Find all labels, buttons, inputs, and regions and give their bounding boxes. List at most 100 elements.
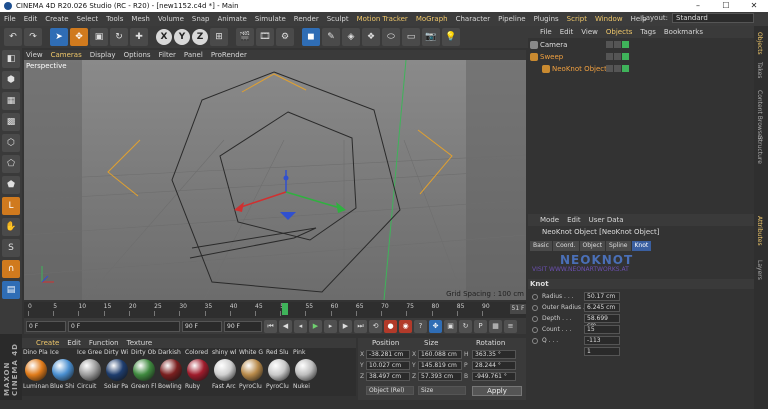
coord-rotation-field[interactable]: 363.35 ° [472,350,516,359]
menu-mesh[interactable]: Mesh [131,15,149,23]
array-icon[interactable]: ❖ [362,28,380,46]
next-key-icon[interactable]: ▶ [339,319,352,333]
loop-icon[interactable]: ⟲ [369,319,382,333]
render-visibility-icon[interactable] [614,65,621,72]
menu-character[interactable]: Character [456,15,491,23]
texture-mode-icon[interactable]: ▦ [2,92,20,110]
rotate-key-icon[interactable]: ↻ [459,319,472,333]
param-animate-radio-icon[interactable] [532,327,538,333]
material-swatch[interactable]: Darkish Bowling [158,349,184,395]
right-tab-layers[interactable]: Layers [756,260,763,280]
make-editable-icon[interactable]: ◧ [2,50,20,68]
object-visibility-flags[interactable] [606,65,630,73]
menu-plugins[interactable]: Plugins [534,15,559,23]
close-button[interactable]: ✕ [740,0,768,12]
menu-simulate[interactable]: Simulate [255,15,286,23]
right-tab-objects[interactable]: Objects [756,32,763,55]
om-menu-edit[interactable]: Edit [560,28,574,36]
coord-position-field[interactable]: -38.281 cm [366,350,410,359]
snap-icon[interactable]: S [2,239,20,257]
param-animate-radio-icon[interactable] [532,316,538,322]
redo-button[interactable]: ↷ [24,28,42,46]
point-level-icon[interactable]: ▦ [489,319,502,333]
apply-button[interactable]: Apply [472,386,522,396]
material-swatch[interactable]: Dirty Ob Green Fl [131,349,157,395]
attribute-tab-coord[interactable]: Coord. [552,241,579,251]
object-row[interactable]: Sweep [528,52,754,63]
autokey-icon[interactable]: ◉ [399,319,412,333]
vp-menu-display[interactable]: Display [90,51,116,59]
scale-icon[interactable]: ▣ [90,28,108,46]
editor-visibility-icon[interactable] [606,41,613,48]
timeline-ruler[interactable]: 051015202530354045505560657075808590 51 … [24,302,526,318]
object-visibility-flags[interactable] [606,53,630,61]
move-icon[interactable]: ✥ [70,28,88,46]
menu-create[interactable]: Create [45,15,68,23]
edges-mode-icon[interactable]: ⬠ [2,155,20,173]
object-visibility-flags[interactable] [606,41,630,49]
scale-key-icon[interactable]: ▣ [444,319,457,333]
object-row[interactable]: NeoKnot Object [528,64,754,75]
am-menu-mode[interactable]: Mode [540,216,559,224]
mat-menu-edit[interactable]: Edit [67,339,81,347]
rotate-icon[interactable]: ↻ [110,28,128,46]
material-swatch[interactable]: Ice Gree Circuit [77,349,103,395]
menu-render[interactable]: Render [294,15,319,23]
enabled-check-icon[interactable] [622,41,629,48]
coord-rotation-field[interactable]: 28.244 ° [472,361,516,370]
attribute-tab-spline[interactable]: Spline [606,241,631,251]
menu-tools[interactable]: Tools [106,15,123,23]
attribute-tab-object[interactable]: Object [579,241,606,251]
om-menu-view[interactable]: View [581,28,598,36]
param-animate-radio-icon[interactable] [532,294,538,300]
om-menu-objects[interactable]: Objects [606,28,632,36]
param-key-icon[interactable]: P [474,319,487,333]
render-picture-viewer-icon[interactable]: 🎞 [256,28,274,46]
model-mode-icon[interactable]: ⬢ [2,71,20,89]
menu-volume[interactable]: Volume [158,15,184,23]
floor-icon[interactable]: ▭ [402,28,420,46]
vp-menu-prorender[interactable]: ProRender [211,51,247,59]
end-frame-field[interactable]: 90 F [182,320,222,332]
preview-end-field[interactable]: 90 F [224,320,262,332]
points-mode-icon[interactable]: ⬡ [2,134,20,152]
pen-spline-icon[interactable]: ✎ [322,28,340,46]
go-to-start-icon[interactable]: ⏮ [264,319,277,333]
z-axis-lock-button[interactable]: Z [192,29,208,45]
param-value-field[interactable]: 58.699 cm [584,314,620,329]
timeline-menu-icon[interactable]: ≡ [504,319,517,333]
x-axis-lock-button[interactable]: X [156,29,172,45]
coord-position-field[interactable]: 10.027 cm [366,361,410,370]
mat-menu-function[interactable]: Function [89,339,119,347]
am-menu-user-data[interactable]: User Data [589,216,624,224]
enabled-check-icon[interactable] [622,53,629,60]
next-frame-icon[interactable]: ▸ [324,319,337,333]
coord-size-field[interactable]: 57.393 cm [418,372,462,381]
current-frame-field[interactable]: 0 F [68,320,180,332]
menu-mograph[interactable]: MoGraph [416,15,448,23]
cube-primitive-icon[interactable]: ◼ [302,28,320,46]
prev-frame-icon[interactable]: ◂ [294,319,307,333]
menu-motion-tracker[interactable]: Motion Tracker [357,15,408,23]
y-axis-lock-button[interactable]: Y [174,29,190,45]
workplane-lock-icon[interactable]: ▤ [2,281,20,299]
material-swatch[interactable]: Pink Nukei [293,349,319,395]
menu-window[interactable]: Window [595,15,623,23]
timeline-playhead[interactable] [282,303,289,315]
right-tab-attributes[interactable]: Attributes [756,216,763,246]
material-swatch[interactable]: White G PyroClu [239,349,265,395]
vp-menu-panel[interactable]: Panel [184,51,203,59]
go-to-end-icon[interactable]: ⏭ [354,319,367,333]
mat-menu-create[interactable]: Create [36,339,59,347]
param-animate-radio-icon[interactable] [532,305,538,311]
coord-mode-dropdown[interactable]: Object (Rel) [366,386,414,395]
coord-size-dropdown[interactable]: Size [418,386,466,395]
coord-rotation-field[interactable]: -949.761 ° [472,372,516,381]
camera-icon[interactable]: 📷 [422,28,440,46]
enabled-check-icon[interactable] [622,65,629,72]
right-tab-content-browser[interactable]: Content Browser [756,90,763,140]
am-menu-edit[interactable]: Edit [567,216,581,224]
vp-menu-filter[interactable]: Filter [159,51,176,59]
layout-dropdown[interactable]: Standard [672,13,754,23]
param-value-field[interactable]: 15 [584,325,620,334]
